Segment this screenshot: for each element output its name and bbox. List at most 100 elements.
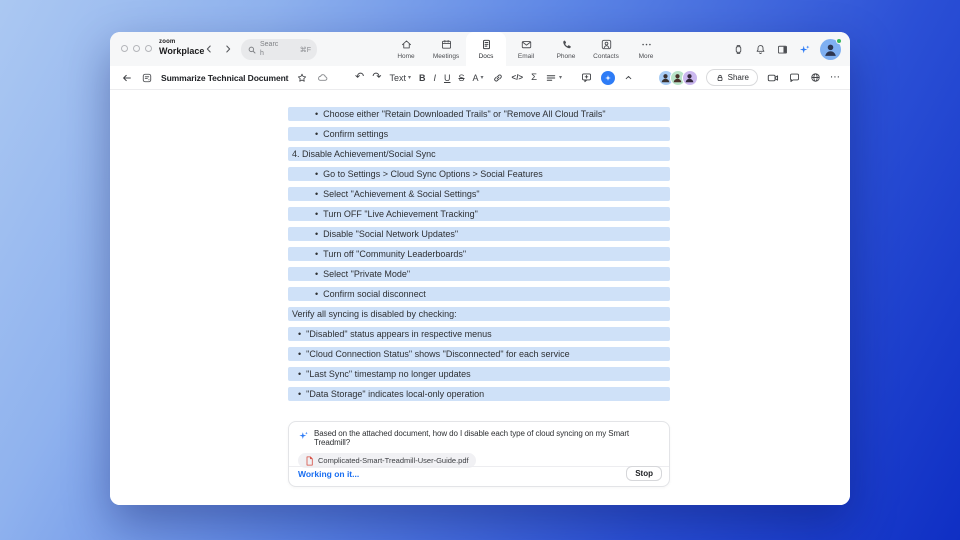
doc-line[interactable]: Confirm settings	[288, 127, 670, 141]
tab-email[interactable]: Email	[506, 32, 546, 66]
link-button[interactable]	[492, 72, 504, 84]
start-video-button[interactable]	[766, 71, 780, 85]
undo-button[interactable]: ↶	[355, 72, 364, 83]
presence-status-dot	[836, 37, 842, 44]
redo-button[interactable]: ↷	[372, 72, 381, 83]
topbar-right-icons	[732, 32, 842, 66]
video-camera-icon	[767, 74, 779, 81]
doc-line[interactable]: Turn OFF "Live Achievement Tracking"	[288, 207, 670, 221]
bold-button[interactable]: B	[419, 73, 426, 83]
forward-nav-button[interactable]	[221, 42, 235, 56]
chevron-up-icon	[625, 75, 632, 80]
doc-line[interactable]: Select "Private Mode"	[288, 267, 670, 281]
doc-line[interactable]: Disable "Social Network Updates"	[288, 227, 670, 241]
pdf-file-icon	[306, 455, 313, 466]
underline-button[interactable]: U	[444, 73, 451, 83]
chevron-down-icon: ▾	[558, 75, 562, 81]
star-icon	[298, 73, 307, 82]
tab-more[interactable]: More	[626, 32, 666, 66]
doc-line[interactable]: Select "Achievement & Social Settings"	[288, 187, 670, 201]
attachment-filename: Complicated-Smart-Treadmill-User-Guide.p…	[318, 456, 469, 465]
top-bar: zoom Workplace Search ⌘F Home Meetings D…	[110, 32, 850, 66]
doc-line[interactable]: Go to Settings > Cloud Sync Options > So…	[288, 167, 670, 181]
ai-panel: Based on the attached document, how do I…	[288, 421, 670, 487]
language-button[interactable]	[809, 71, 822, 84]
app-window: zoom Workplace Search ⌘F Home Meetings D…	[110, 32, 850, 505]
tab-docs[interactable]: Docs	[466, 32, 506, 66]
minimize-window-button[interactable]	[133, 45, 140, 52]
watch-app-button[interactable]	[732, 43, 745, 56]
more-icon	[641, 43, 651, 46]
meetings-icon	[441, 39, 451, 49]
chat-button[interactable]	[788, 71, 801, 84]
panel-icon	[777, 45, 788, 54]
doc-line[interactable]: 4. Disable Achievement/Social Sync	[288, 147, 670, 161]
equation-button[interactable]: Σ	[531, 72, 537, 83]
app-tabs: Home Meetings Docs Email Phone Contacts	[386, 32, 666, 66]
docs-home-button[interactable]	[141, 72, 153, 84]
chevron-down-icon: ▾	[480, 75, 484, 81]
doc-line[interactable]: "Last Sync" timestamp no longer updates	[288, 367, 670, 381]
doc-line[interactable]: Turn off "Community Leaderboards"	[288, 247, 670, 261]
back-button[interactable]	[121, 72, 133, 84]
ai-prompt-text: Based on the attached document, how do I…	[314, 429, 630, 447]
back-nav-button[interactable]	[202, 42, 216, 56]
favorite-button[interactable]	[296, 72, 308, 84]
italic-button[interactable]: I	[433, 73, 436, 83]
link-icon	[493, 74, 502, 81]
chevron-left-icon	[206, 45, 211, 53]
text-style-dropdown[interactable]: Text ▾	[389, 73, 411, 83]
document-title: Summarize Technical Document	[161, 72, 289, 83]
doc-line[interactable]: "Data Storage" indicates local-only oper…	[288, 387, 670, 401]
text-color-dropdown[interactable]: A ▾	[473, 73, 484, 83]
phone-icon	[562, 40, 571, 49]
search-shortcut: ⌘F	[299, 46, 311, 54]
tab-label: Phone	[556, 53, 576, 60]
chevron-down-icon: ▾	[407, 75, 411, 81]
tab-home[interactable]: Home	[386, 32, 426, 66]
tab-label: Contacts	[593, 53, 619, 60]
ai-status-text: Working on it...	[298, 468, 360, 479]
more-options-button[interactable]: ⋯	[830, 72, 840, 83]
ai-sparkle-icon	[299, 431, 308, 439]
ai-companion-button[interactable]	[798, 43, 811, 56]
strikethrough-button[interactable]: S	[458, 73, 464, 83]
ai-sparkle-icon	[605, 74, 611, 81]
doc-line[interactable]: "Disabled" status appears in respective …	[288, 327, 670, 341]
notifications-button[interactable]	[754, 43, 767, 56]
cloud-sync-status	[316, 71, 329, 84]
comment-button[interactable]	[580, 71, 593, 84]
document-canvas[interactable]: Choose either "Retain Downloaded Trails"…	[110, 90, 850, 505]
side-panel-toggle[interactable]	[776, 43, 789, 56]
list-format-dropdown[interactable]: ▾	[545, 72, 562, 84]
close-window-button[interactable]	[121, 45, 128, 52]
share-button[interactable]: Share	[705, 69, 758, 86]
tab-phone[interactable]: Phone	[546, 32, 586, 66]
doc-line[interactable]: Confirm social disconnect	[288, 287, 670, 301]
cloud-icon	[318, 74, 328, 81]
doc-line[interactable]: Choose either "Retain Downloaded Trails"…	[288, 107, 670, 121]
watch-icon	[735, 44, 742, 54]
user-avatar[interactable]	[820, 37, 842, 60]
search-placeholder: Search	[260, 41, 279, 57]
collapse-toolbar-button[interactable]	[623, 72, 634, 83]
chevron-right-icon	[226, 45, 231, 53]
maximize-window-button[interactable]	[145, 45, 152, 52]
doc-line[interactable]: Verify all syncing is disabled by checki…	[288, 307, 670, 321]
search-input[interactable]: Search ⌘F	[241, 39, 317, 60]
stop-button[interactable]: Stop	[626, 466, 662, 481]
doc-toolbar: Summarize Technical Document ↶ ↷ Text ▾ …	[110, 66, 850, 90]
doc-line[interactable]: "Cloud Connection Status" shows "Disconn…	[288, 347, 670, 361]
code-button[interactable]: </>	[512, 73, 524, 82]
zoom-workplace-logo: zoom Workplace	[159, 39, 204, 56]
tab-meetings[interactable]: Meetings	[426, 32, 466, 66]
window-controls	[121, 45, 152, 52]
tab-label: Docs	[478, 53, 494, 60]
collaborator-avatar[interactable]	[681, 69, 698, 86]
tab-contacts[interactable]: Contacts	[586, 32, 626, 66]
email-icon	[521, 41, 531, 49]
ask-ai-companion-button[interactable]	[601, 70, 615, 85]
chat-bubble-icon	[789, 73, 800, 83]
person-silhouette-icon	[685, 73, 694, 82]
list-icon	[546, 74, 556, 81]
